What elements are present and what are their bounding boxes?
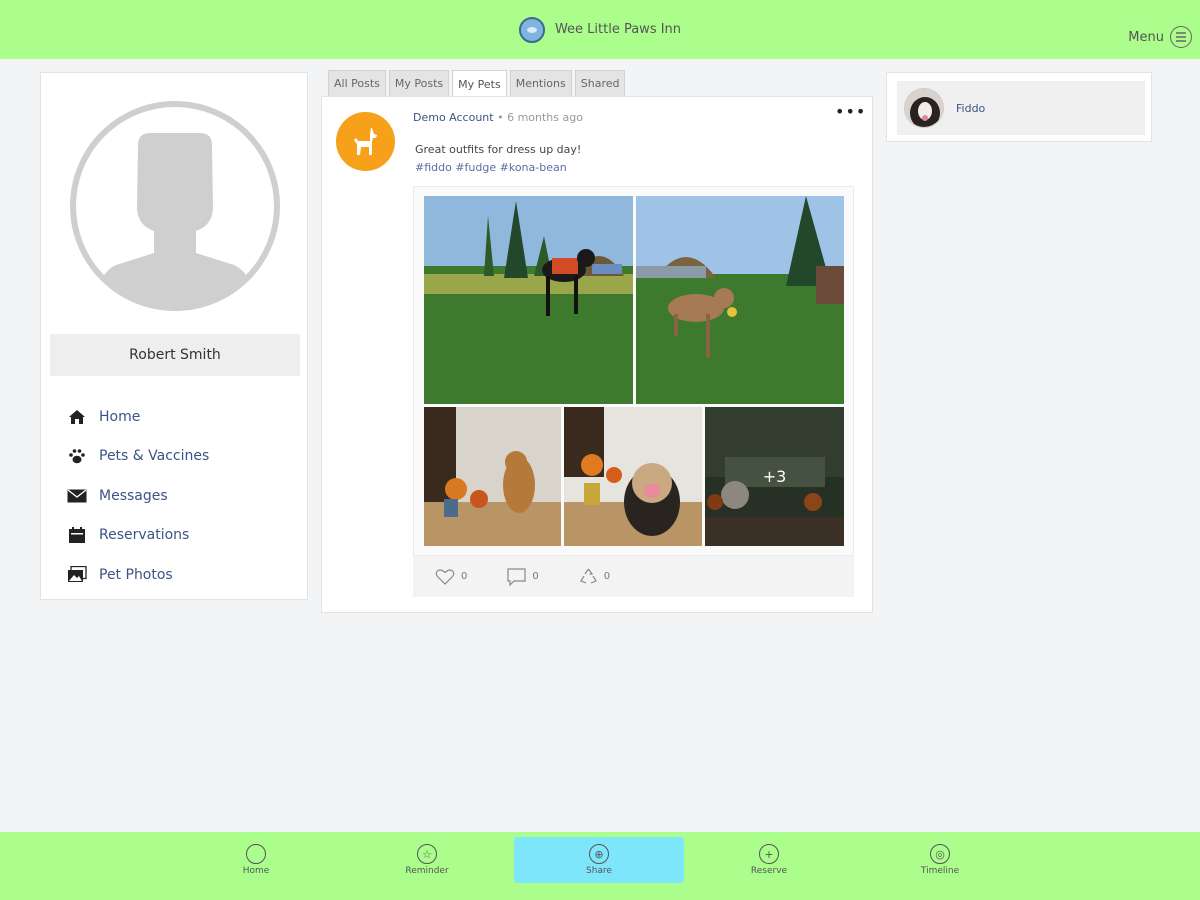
tab-all-posts[interactable]: All Posts — [328, 70, 386, 96]
menu-label: Menu — [1128, 29, 1164, 45]
nav-label: Home — [99, 408, 141, 425]
bottom-nav-label: Home — [242, 866, 270, 876]
side-nav: Home Pets & Vaccines Messages Reservatio… — [66, 397, 209, 595]
top-bar: Wee Little Paws Inn Menu — [0, 0, 1200, 59]
comment-count: 0 — [532, 571, 539, 582]
star-icon: ☆ — [417, 844, 437, 864]
post-photo[interactable] — [424, 407, 561, 546]
photos-icon — [66, 564, 88, 586]
timeline-icon: ◎ — [930, 844, 950, 864]
bottom-nav-label: Reserve — [750, 866, 788, 876]
calendar-icon — [66, 524, 88, 546]
brand[interactable]: Wee Little Paws Inn — [518, 16, 682, 43]
post-meta: Demo Account • 6 months ago — [413, 111, 583, 124]
like-count: 0 — [461, 571, 468, 582]
bottom-nav-home[interactable]: Home — [171, 837, 341, 883]
recycle-share-icon — [579, 568, 597, 584]
comment-icon — [507, 567, 526, 586]
app-name: Wee Little Paws Inn — [554, 22, 682, 37]
nav-item-pets-vaccines[interactable]: Pets & Vaccines — [66, 437, 209, 477]
nav-item-pet-photos[interactable]: Pet Photos — [66, 555, 209, 595]
profile-name: Robert Smith — [50, 334, 300, 376]
post-actions: 0 0 0 — [413, 556, 854, 597]
post-text: Great outfits for dress up day! — [415, 143, 582, 156]
paw-icon — [66, 445, 88, 467]
nav-label: Pet Photos — [99, 566, 173, 583]
share-count: 0 — [603, 571, 611, 582]
nav-label: Messages — [99, 487, 168, 504]
post-avatar[interactable] — [336, 112, 395, 171]
avatar[interactable] — [70, 101, 280, 311]
share-post-button[interactable]: 0 — [579, 568, 610, 586]
bottom-nav-reminder[interactable]: ☆ Reminder — [342, 837, 512, 883]
pet-name: Fiddo — [956, 101, 986, 115]
tab-shared[interactable]: Shared — [574, 70, 626, 96]
feed-tabs: All Posts My Posts My Pets Mentions Shar… — [328, 70, 626, 97]
photo-grid: +3 — [413, 186, 854, 556]
comment-button[interactable]: 0 — [507, 567, 539, 586]
home-circle-icon — [246, 844, 266, 864]
post-card: Demo Account • 6 months ago ••• Great ou… — [321, 96, 873, 613]
post-media: +3 0 0 0 — [413, 186, 854, 684]
nav-item-messages[interactable]: Messages — [66, 476, 209, 516]
post-photo[interactable] — [564, 407, 702, 546]
pets-card: Fiddo — [886, 72, 1152, 142]
brand-logo-icon — [518, 16, 545, 43]
nav-label: Pets & Vaccines — [99, 448, 210, 465]
post-photo[interactable] — [636, 196, 844, 404]
menu-button[interactable]: Menu — [1128, 26, 1192, 48]
plus-icon: + — [759, 844, 779, 864]
nav-item-home[interactable]: Home — [66, 397, 209, 437]
post-time: • 6 months ago — [497, 111, 583, 124]
bottom-nav-label: Reminder — [405, 866, 449, 876]
profile-card: Robert Smith Home Pets & Vaccines Messag… — [40, 72, 308, 600]
post-author[interactable]: Demo Account — [413, 111, 494, 124]
pet-item[interactable]: Fiddo — [897, 81, 1145, 135]
nav-label: Reservations — [99, 527, 190, 544]
post-photo-more[interactable]: +3 — [705, 407, 844, 546]
home-icon — [66, 406, 88, 428]
bottom-nav: Home ☆ Reminder ⊕ Share + Reserve ◎ Time… — [0, 832, 1200, 900]
hamburger-icon — [1170, 26, 1192, 48]
nav-item-reservations[interactable]: Reservations — [66, 516, 209, 556]
post-photo[interactable] — [424, 196, 633, 404]
envelope-icon — [66, 485, 88, 507]
heart-icon — [435, 568, 455, 585]
bottom-nav-label: Share — [586, 866, 612, 876]
dog-icon — [353, 127, 377, 155]
pet-avatar — [904, 88, 944, 128]
bottom-nav-share[interactable]: ⊕ Share — [514, 837, 684, 883]
more-options-icon[interactable]: ••• — [835, 102, 866, 121]
bottom-nav-label: Timeline — [920, 866, 960, 876]
bottom-nav-reserve[interactable]: + Reserve — [684, 837, 854, 883]
share-icon: ⊕ — [589, 844, 609, 864]
tab-my-posts[interactable]: My Posts — [388, 70, 450, 96]
tab-mentions[interactable]: Mentions — [509, 70, 572, 96]
like-button[interactable]: 0 — [435, 568, 467, 586]
tab-my-pets[interactable]: My Pets — [452, 70, 507, 97]
post-tags[interactable]: #fiddo #fudge #kona-bean — [415, 161, 567, 174]
person-silhouette-icon — [94, 133, 256, 305]
more-photos-count: +3 — [705, 407, 844, 546]
bottom-nav-timeline[interactable]: ◎ Timeline — [855, 837, 1025, 883]
